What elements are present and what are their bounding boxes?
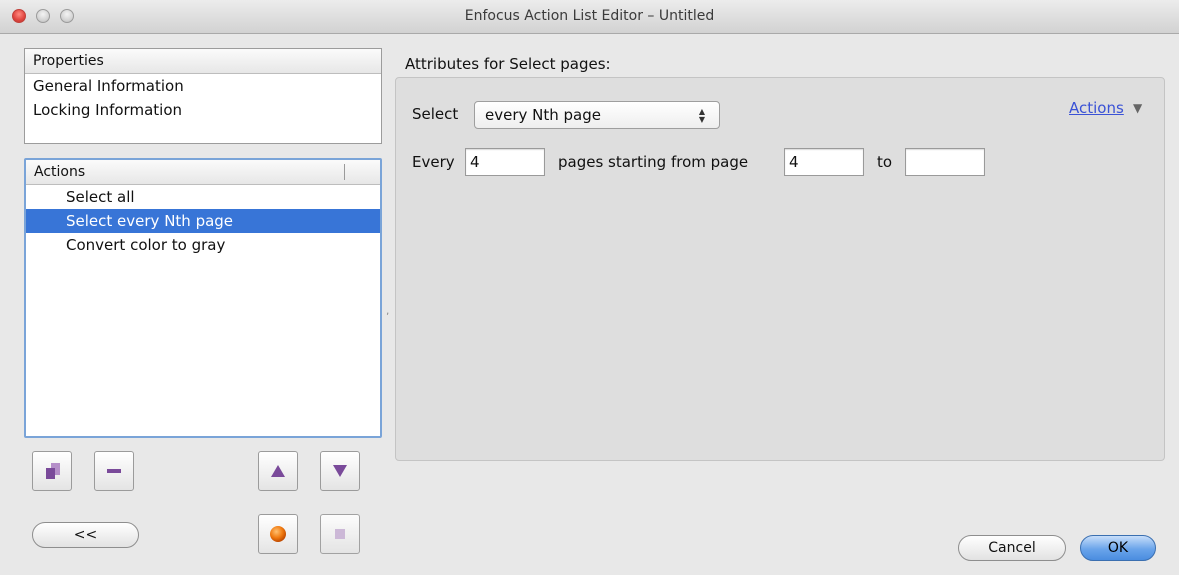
- actions-list: Actions Select all Select every Nth page…: [24, 158, 382, 438]
- move-up-button[interactable]: [258, 451, 298, 491]
- actions-header-label: Actions: [34, 164, 86, 180]
- select-dropdown-value: every Nth page: [485, 106, 601, 124]
- record-icon: [270, 526, 286, 542]
- start-page-input[interactable]: 4: [784, 148, 864, 176]
- collapse-button[interactable]: <<: [32, 522, 139, 548]
- record-button[interactable]: [258, 514, 298, 554]
- updown-arrows-icon: ▲ ▼: [698, 107, 705, 124]
- remove-action-button[interactable]: [94, 451, 134, 491]
- splitter-handle[interactable]: ‚: [386, 306, 389, 317]
- starting-label: pages starting from page: [558, 153, 749, 171]
- column-separator: [344, 164, 345, 180]
- properties-list: Properties General Information Locking I…: [24, 48, 382, 144]
- attributes-panel: [395, 77, 1165, 461]
- triangle-down-icon: [333, 465, 347, 477]
- move-down-button[interactable]: [320, 451, 360, 491]
- action-item-select-every-nth-page[interactable]: Select every Nth page: [26, 209, 380, 233]
- properties-header: Properties: [25, 49, 381, 74]
- stop-button[interactable]: [320, 514, 360, 554]
- actions-list-header[interactable]: Actions: [26, 160, 380, 185]
- action-item-convert-color-to-gray[interactable]: Convert color to gray: [26, 233, 380, 257]
- to-label: to: [877, 153, 893, 171]
- select-label: Select: [412, 105, 459, 123]
- actions-menu-link[interactable]: Actions: [1069, 99, 1124, 117]
- ok-button[interactable]: OK: [1080, 535, 1156, 561]
- caret-down-icon[interactable]: ▼: [1133, 101, 1142, 115]
- end-page-input[interactable]: [905, 148, 985, 176]
- every-n-input[interactable]: 4: [465, 148, 545, 176]
- action-item-select-all[interactable]: Select all: [26, 185, 380, 209]
- every-label: Every: [412, 153, 455, 171]
- title-bar: Enfocus Action List Editor – Untitled: [0, 0, 1179, 34]
- add-action-button[interactable]: [32, 451, 72, 491]
- properties-item-locking[interactable]: Locking Information: [25, 98, 381, 122]
- window-title: Enfocus Action List Editor – Untitled: [464, 8, 715, 24]
- properties-item-general[interactable]: General Information: [25, 74, 381, 98]
- add-actions-icon: [46, 463, 60, 479]
- attributes-title: Attributes for Select pages:: [405, 55, 611, 73]
- minus-icon: [107, 469, 121, 473]
- cancel-button[interactable]: Cancel: [958, 535, 1066, 561]
- stop-icon: [335, 529, 345, 539]
- select-dropdown[interactable]: every Nth page ▲ ▼: [474, 101, 720, 129]
- triangle-up-icon: [271, 465, 285, 477]
